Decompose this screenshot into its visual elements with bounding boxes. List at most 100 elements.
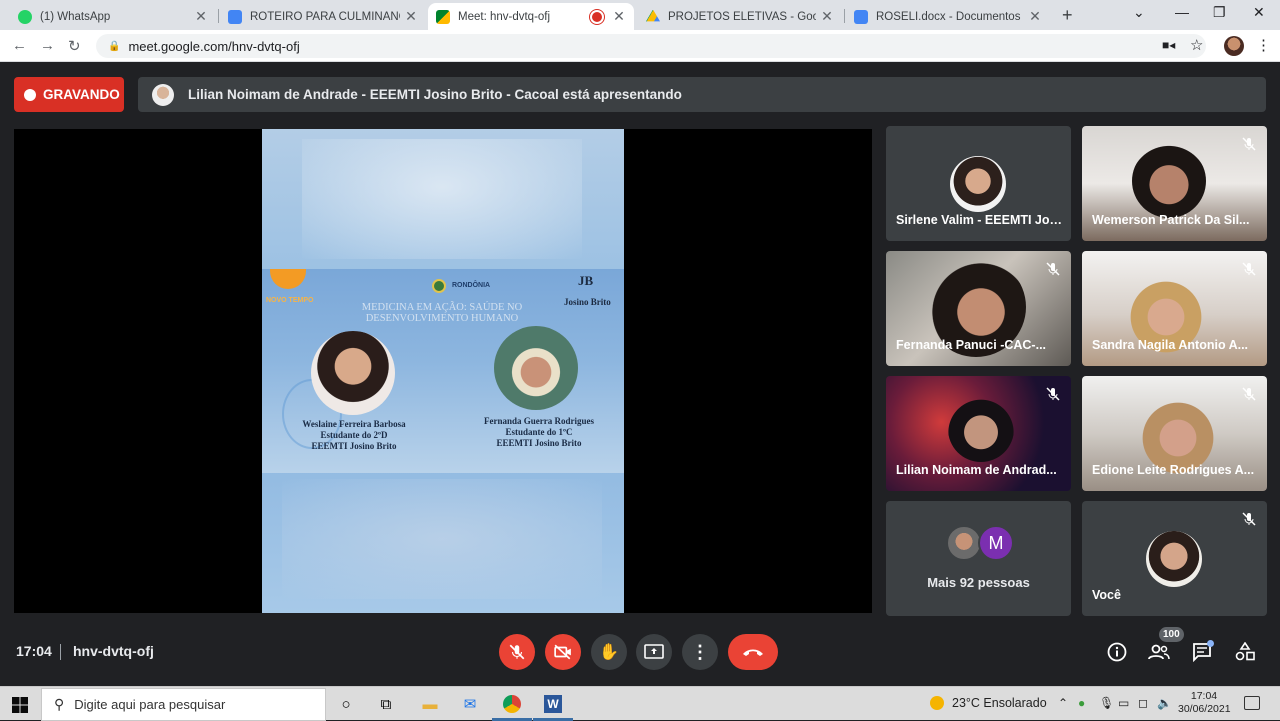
close-tab-icon[interactable]: ✕ <box>820 8 834 25</box>
participant-tile[interactable]: Lilian Noimam de Andrad... <box>886 376 1071 491</box>
presenter-avatar <box>152 83 174 106</box>
profile-avatar[interactable] <box>1224 36 1244 56</box>
present-screen-button[interactable] <box>636 634 672 670</box>
address-bar: ← → ↻ 🔒 meet.google.com/hnv-dvtq-ofj ■◂ … <box>0 30 1280 62</box>
volume-icon[interactable]: 🔈 <box>1157 696 1172 710</box>
tab-roseli[interactable]: ROSELI.docx - Documentos Google ✕ <box>846 3 1050 30</box>
participant-tile[interactable]: Edione Leite Rodrigues A... <box>1082 376 1267 491</box>
mic-off-icon <box>1242 262 1256 276</box>
file-explorer-icon[interactable]: ▬ <box>418 693 442 715</box>
presenter-banner: Lilian Noimam de Andrade - EEEMTI Josino… <box>138 77 1266 112</box>
tab-roteiro[interactable]: ROTEIRO PARA CULMINÂNCIA_30/( ✕ <box>220 3 426 30</box>
show-hidden-icons-icon[interactable]: ⌃ <box>1058 696 1068 710</box>
meeting-clock: 17:04 <box>16 643 52 659</box>
more-options-button[interactable]: ⋮ <box>682 634 718 670</box>
participant-avatar <box>950 156 1006 212</box>
close-tab-icon[interactable]: ✕ <box>404 8 418 25</box>
people-button[interactable] <box>1147 640 1171 664</box>
student-caption: Fernanda Guerra Rodrigues Estudante do 1… <box>484 416 594 448</box>
security-icon[interactable]: ● <box>1078 696 1085 710</box>
reload-icon[interactable]: ↻ <box>68 37 81 55</box>
self-avatar <box>1146 531 1202 587</box>
taskbar-search-input[interactable]: ⚲ Digite aqui para pesquisar <box>41 688 326 721</box>
rondonia-emblem-icon <box>432 279 446 293</box>
chrome-icon[interactable] <box>500 693 524 715</box>
google-meet-icon <box>436 9 450 24</box>
cortana-icon[interactable]: ○ <box>334 693 358 715</box>
school-logo: JB <box>578 273 594 288</box>
windows-start-icon[interactable] <box>12 697 28 713</box>
tab-meet[interactable]: Meet: hnv-dvtq-ofj ✕ <box>428 3 634 30</box>
weather-widget[interactable]: 23°C Ensolarado <box>930 696 1047 710</box>
google-docs-icon <box>854 9 868 24</box>
sun-icon <box>930 696 944 710</box>
battery-icon[interactable]: ▭ <box>1118 696 1129 710</box>
new-tab-icon[interactable]: + <box>1062 5 1073 26</box>
leave-call-button[interactable] <box>728 634 778 670</box>
google-drive-icon <box>646 9 660 22</box>
mic-off-icon <box>509 644 525 660</box>
mic-off-icon <box>1242 137 1256 151</box>
tab-projetos[interactable]: PROJETOS ELETIVAS - Google Drive ✕ <box>638 3 842 30</box>
self-tile[interactable]: Você <box>1082 501 1267 616</box>
participant-avatar <box>946 525 982 561</box>
notifications-icon[interactable] <box>1244 696 1260 710</box>
forward-icon[interactable]: → <box>40 37 55 54</box>
raise-hand-button[interactable]: ✋ <box>591 634 627 670</box>
word-icon[interactable]: W <box>541 693 565 715</box>
hang-up-icon <box>743 649 763 656</box>
network-icon[interactable]: ◻ <box>1138 696 1148 710</box>
camera-toggle-button[interactable] <box>545 634 581 670</box>
participant-tile[interactable]: Wemerson Patrick Da Sil... <box>1082 126 1267 241</box>
bookmark-star-icon[interactable]: ☆ <box>1190 36 1203 54</box>
meeting-details-button[interactable] <box>1105 640 1129 664</box>
search-icon: ⚲ <box>54 696 65 712</box>
more-participants-tile[interactable]: M Mais 92 pessoas <box>886 501 1071 616</box>
participant-tile[interactable]: Sirlene Valim - EEEMTI Jos... <box>886 126 1071 241</box>
activities-icon <box>1235 642 1255 661</box>
hand-icon: ✋ <box>599 644 619 661</box>
tab-search-icon[interactable]: ⌄ <box>1133 4 1145 21</box>
back-icon[interactable]: ← <box>12 37 27 54</box>
close-tab-icon[interactable]: ✕ <box>194 8 208 25</box>
mic-off-icon <box>1242 512 1256 526</box>
close-tab-icon[interactable]: ✕ <box>1028 8 1042 25</box>
task-view-icon[interactable]: ⧉ <box>374 693 398 715</box>
activities-button[interactable] <box>1233 640 1257 664</box>
camera-off-icon <box>554 644 571 660</box>
participant-video <box>948 396 1014 462</box>
mic-off-icon <box>1242 387 1256 401</box>
microphone-icon[interactable]: 🎙 <box>1099 696 1114 710</box>
meeting-code: hnv-dvtq-ofj <box>73 643 154 659</box>
windows-taskbar: ⚲ Digite aqui para pesquisar ○ ⧉ ▬ ✉ W 2… <box>0 686 1280 721</box>
participant-tile[interactable]: Sandra Nagila Antonio A... <box>1082 251 1267 366</box>
mic-toggle-button[interactable] <box>499 634 535 670</box>
event-banner: NOVO TEMPO RONDÔNIA JB Josino Brito MEDI… <box>262 269 624 473</box>
participant-video <box>1132 144 1206 218</box>
student-photo <box>494 326 578 410</box>
lock-icon: 🔒 <box>108 40 121 52</box>
mic-off-icon <box>1046 387 1060 401</box>
url-input[interactable]: 🔒 meet.google.com/hnv-dvtq-ofj <box>96 34 1206 58</box>
participant-tile[interactable]: Fernanda Panuci -CAC-... <box>886 251 1071 366</box>
browser-tab-bar: (1) WhatsApp ✕ ROTEIRO PARA CULMINÂNCIA_… <box>0 0 1280 30</box>
people-count-badge: 100 <box>1159 627 1184 642</box>
participant-avatar: M <box>978 525 1014 561</box>
more-avatars: M <box>946 525 1026 561</box>
browser-menu-icon[interactable]: ⋮ <box>1256 36 1271 54</box>
recording-indicator-icon <box>592 11 602 22</box>
tab-whatsapp[interactable]: (1) WhatsApp ✕ <box>10 3 216 30</box>
minimize-icon[interactable]: — <box>1175 4 1189 20</box>
recording-badge[interactable]: GRAVANDO <box>14 77 124 112</box>
new-message-dot <box>1207 640 1214 647</box>
presented-slide: NOVO TEMPO RONDÔNIA JB Josino Brito MEDI… <box>262 129 624 613</box>
more-vert-icon: ⋮ <box>691 641 709 662</box>
maximize-icon[interactable]: ❐ <box>1213 4 1226 21</box>
close-window-icon[interactable]: ✕ <box>1253 4 1265 21</box>
student-photo <box>311 331 395 415</box>
camera-blocked-icon[interactable]: ■◂ <box>1162 38 1175 52</box>
taskbar-clock[interactable]: 17:04 30/06/2021 <box>1178 690 1231 716</box>
mail-icon[interactable]: ✉ <box>458 693 482 715</box>
info-icon <box>1107 642 1127 662</box>
close-tab-icon[interactable]: ✕ <box>612 8 626 25</box>
